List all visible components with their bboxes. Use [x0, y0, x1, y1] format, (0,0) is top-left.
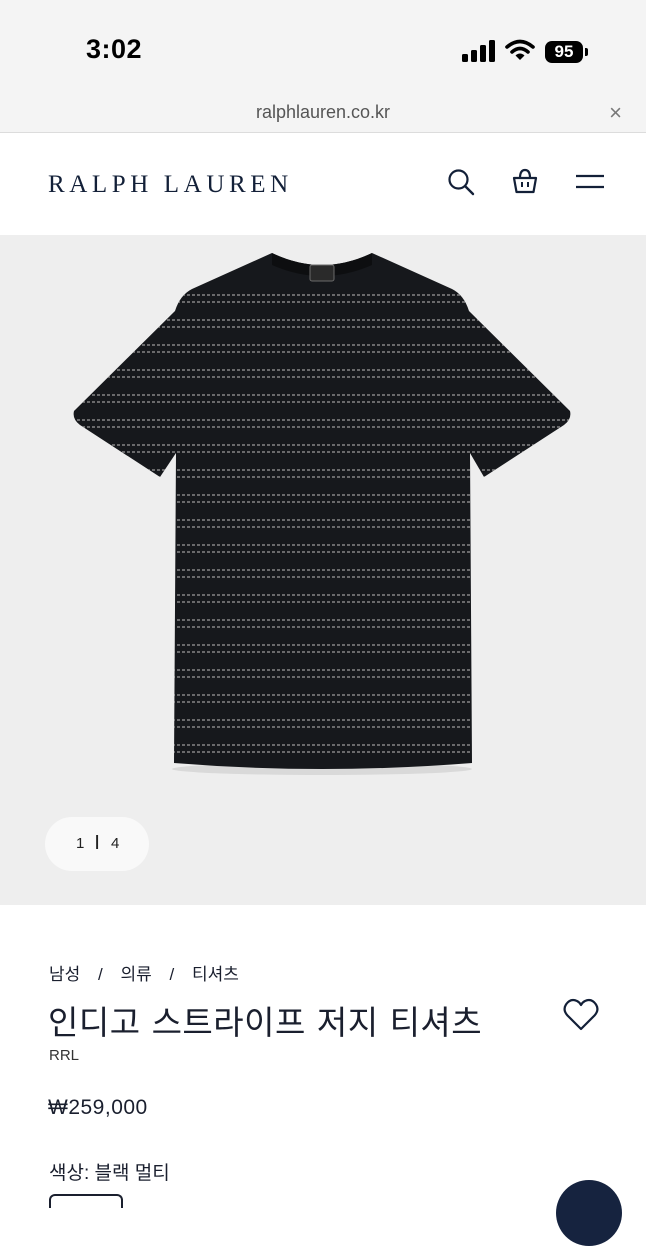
wifi-icon: [505, 39, 535, 60]
close-icon[interactable]: ×: [609, 100, 622, 126]
pager-divider: |: [95, 833, 100, 850]
pager-total: 4: [111, 835, 120, 852]
brand-logo[interactable]: RALPH LAUREN: [48, 171, 293, 199]
menu-icon[interactable]: [575, 167, 605, 197]
status-time: 3:02: [86, 34, 143, 64]
breadcrumb-item-tshirts[interactable]: 티셔츠: [192, 965, 239, 984]
battery-indicator: 95: [545, 41, 583, 63]
heart-icon[interactable]: [563, 998, 599, 1032]
cellular-signal-icon: [462, 40, 496, 62]
product-title: 인디고 스트라이프 저지 티셔츠: [48, 1003, 483, 1042]
color-label: 색상:: [49, 1163, 90, 1184]
chat-button[interactable]: [556, 1180, 622, 1246]
breadcrumb-item-men[interactable]: 남성: [49, 965, 80, 984]
site-header: RALPH LAUREN: [0, 133, 646, 235]
color-swatch[interactable]: [49, 1194, 123, 1208]
breadcrumb-item-clothing[interactable]: 의류: [120, 965, 151, 984]
browser-url-bar[interactable]: ralphlauren.co.kr ×: [0, 96, 646, 133]
status-bar: 3:02 95: [0, 0, 646, 96]
color-value: 블랙 멀티: [94, 1163, 170, 1184]
breadcrumb-separator: /: [169, 965, 175, 984]
breadcrumb: 남성 / 의류 / 티셔츠: [49, 960, 239, 985]
product-brand: RRL: [49, 1047, 80, 1064]
color-selection: 색상: 블랙 멀티: [49, 1158, 170, 1185]
url-text: ralphlauren.co.kr: [255, 102, 391, 122]
product-image[interactable]: [72, 251, 572, 776]
product-image-gallery[interactable]: 1 | 4: [0, 235, 646, 905]
search-icon[interactable]: [446, 167, 476, 197]
battery-tip: [585, 48, 588, 56]
product-price: ₩259,000: [48, 1096, 148, 1119]
shopping-bag-icon[interactable]: [510, 167, 540, 197]
pager-current: 1: [76, 835, 85, 852]
image-pager: 1 | 4: [45, 817, 149, 871]
breadcrumb-separator: /: [98, 965, 103, 984]
